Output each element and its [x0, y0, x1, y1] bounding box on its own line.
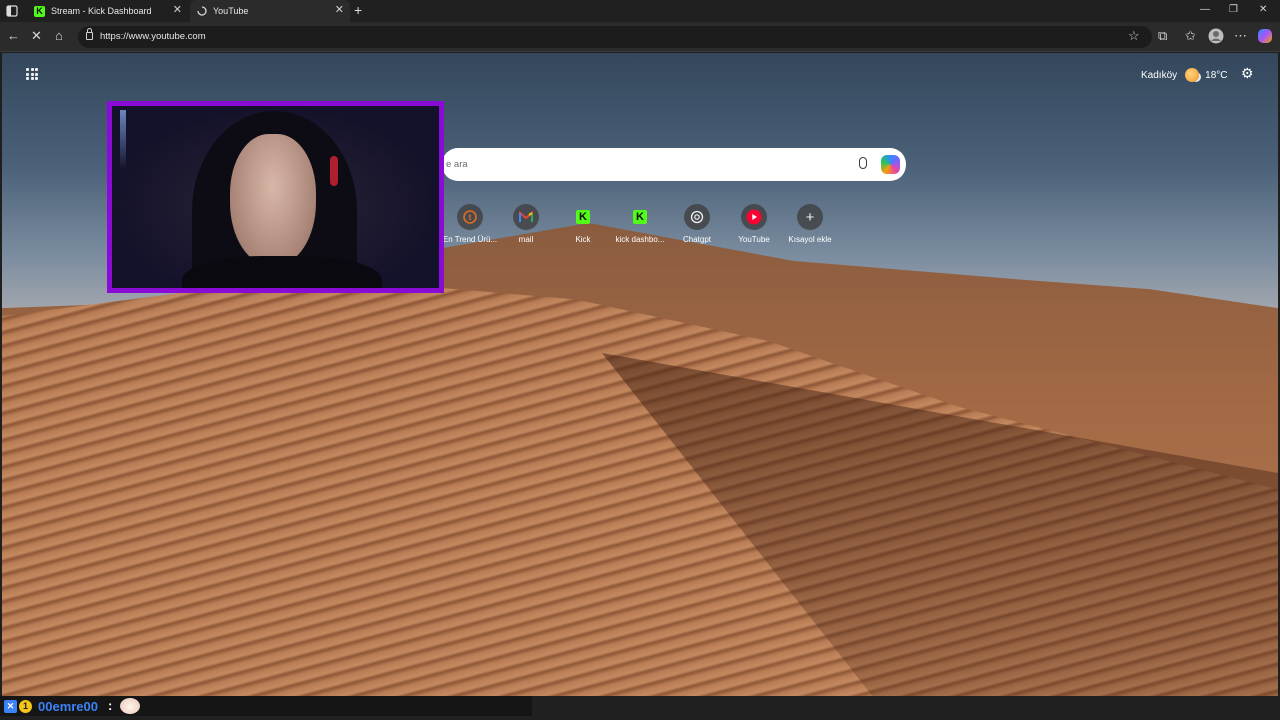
shortcut-label: Chatgpt [682, 235, 712, 244]
weather-location: Kadıköy [1141, 69, 1178, 81]
restore-icon[interactable]: ❐ [1229, 4, 1238, 16]
apps-grid-icon[interactable] [26, 68, 38, 80]
webcam-person-face [230, 134, 316, 266]
copilot-search-icon[interactable] [881, 155, 900, 174]
favorite-star-icon[interactable]: ☆ [1128, 29, 1140, 43]
kick-icon: K [34, 5, 45, 17]
address-toolbar: ← ✕ ⌂ https://www.youtube.com ☆ ⧉ ✩ ⋯ [0, 22, 1280, 52]
chatgpt-icon [684, 204, 710, 230]
extensions-icon[interactable]: ⧉ [1158, 29, 1167, 43]
gmail-icon [513, 204, 539, 230]
shortcut-label: En Trend Ürü... [442, 235, 498, 244]
shortcut-chatgpt[interactable]: Chatgpt [669, 204, 725, 244]
close-window-icon[interactable]: ✕ [1259, 4, 1267, 16]
shortcut-label: Kısayol ekle [788, 235, 832, 244]
emote-icon [120, 698, 140, 714]
headset-icon [330, 156, 338, 186]
shortcut-label: kick dashbo... [615, 235, 665, 244]
svg-text:t: t [469, 213, 472, 222]
tab-actions-icon[interactable] [6, 4, 20, 18]
plus-icon: + [797, 204, 823, 230]
tab-label: Stream - Kick Dashboard [51, 6, 152, 16]
shortcut-add[interactable]: + Kısayol ekle [782, 204, 838, 244]
shortcut-label: Kick [575, 235, 591, 244]
gear-icon[interactable]: ⚙ [1241, 66, 1254, 80]
loading-icon [196, 6, 207, 17]
webcam-overlay [107, 101, 444, 293]
kick-icon: K [627, 204, 653, 230]
chat-username: 00emre00 [38, 699, 98, 714]
microphone-icon[interactable] [859, 157, 867, 169]
tab-kick-dashboard[interactable]: K Stream - Kick Dashboard ✕ [28, 0, 188, 22]
webcam-person-body [182, 256, 382, 288]
profile-icon[interactable] [1208, 28, 1224, 47]
minimize-icon[interactable]: — [1200, 4, 1210, 16]
shortcut-youtube[interactable]: YouTube [726, 204, 782, 244]
shortcut-label: mail [518, 235, 534, 244]
address-bar[interactable]: https://www.youtube.com ☆ [78, 26, 1152, 48]
search-box[interactable]: e ara [442, 148, 906, 181]
shortcut-kick-dashboard[interactable]: K kick dashbo... [612, 204, 668, 244]
shortcut-label: YouTube [738, 235, 770, 244]
chat-separator: : [108, 698, 113, 713]
partly-cloudy-icon [1185, 68, 1200, 82]
shortcut-en-trend[interactable]: t En Trend Ürü... [442, 204, 498, 244]
url-text[interactable]: https://www.youtube.com [100, 31, 206, 42]
search-input[interactable]: e ara [446, 159, 468, 170]
close-icon[interactable]: ✕ [335, 5, 344, 16]
sub-badge-icon: 1 [19, 700, 32, 713]
back-icon[interactable]: ← [7, 29, 20, 43]
lock-icon[interactable] [86, 28, 93, 40]
copilot-icon[interactable] [1257, 28, 1273, 47]
chat-overlay: ✕ 1 00emre00 : [0, 696, 1280, 720]
shortcut-mail[interactable]: mail [498, 204, 554, 244]
tab-youtube[interactable]: YouTube ✕ [190, 0, 350, 22]
kick-icon: K [570, 204, 596, 230]
youtube-icon [741, 204, 767, 230]
tab-bar: K Stream - Kick Dashboard ✕ YouTube ✕ + … [0, 0, 1280, 22]
stop-loading-icon[interactable]: ✕ [31, 29, 42, 43]
tab-label: YouTube [213, 6, 249, 16]
verified-badge-icon: ✕ [4, 700, 17, 713]
weather-temperature: 18°C [1205, 69, 1228, 81]
shortcut-kick[interactable]: K Kick [555, 204, 611, 244]
more-menu-icon[interactable]: ⋯ [1234, 29, 1247, 43]
trend-icon: t [457, 204, 483, 230]
new-tab-button[interactable]: + [354, 3, 362, 17]
chat-message-row: ✕ 1 00emre00 : [0, 696, 532, 716]
favorites-icon[interactable]: ✩ [1185, 29, 1196, 43]
home-icon[interactable]: ⌂ [55, 29, 63, 43]
weather-widget[interactable]: Kadıköy 18°C [1141, 68, 1227, 82]
close-icon[interactable]: ✕ [173, 5, 182, 16]
webcam-light [120, 110, 126, 170]
